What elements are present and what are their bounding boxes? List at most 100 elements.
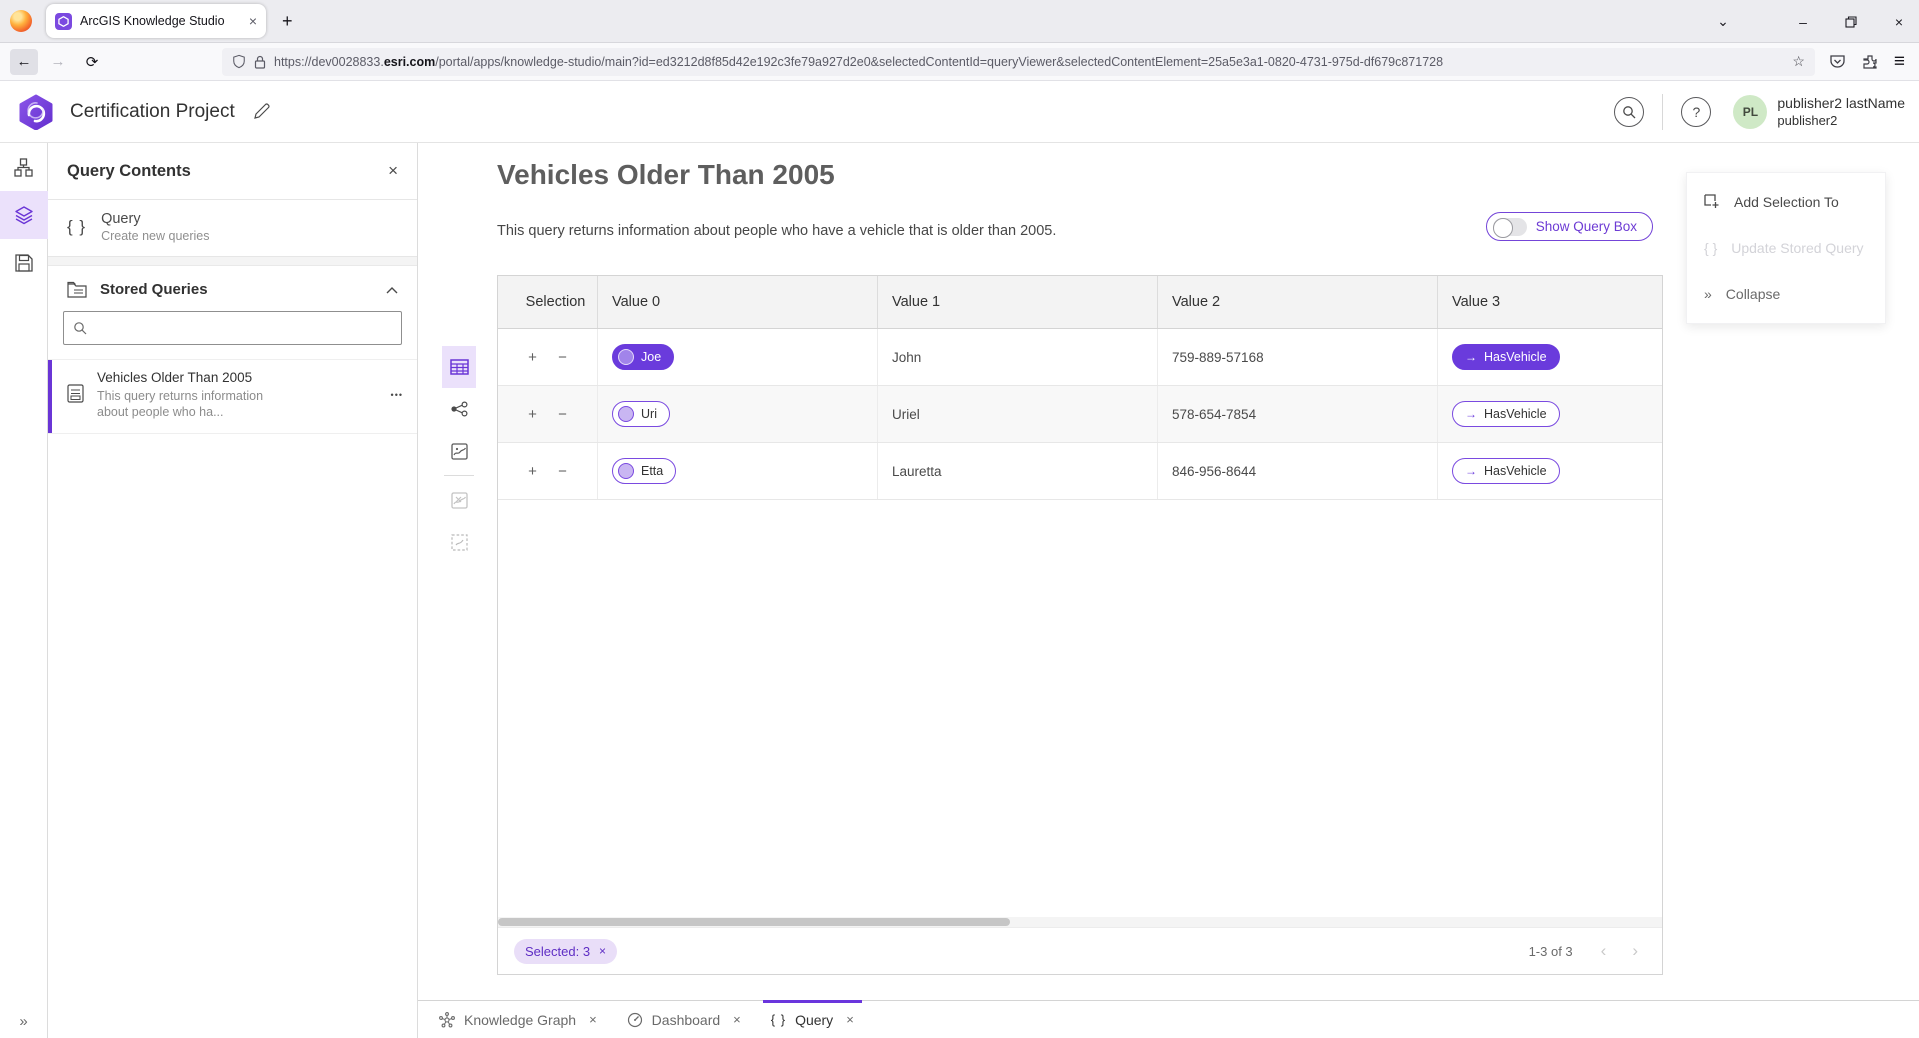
column-header-value1[interactable]: Value 1 <box>878 276 1158 328</box>
browser-tab[interactable]: ArcGIS Knowledge Studio × <box>46 4 266 38</box>
new-tab-icon[interactable]: + <box>282 11 293 32</box>
add-to-selection-icon[interactable]: + <box>525 349 541 366</box>
query-title: Vehicles Older Than 2005 <box>497 159 835 191</box>
header-divider <box>1662 94 1663 130</box>
entity-pill[interactable]: Joe <box>612 344 674 370</box>
relationship-pill[interactable]: →HasVehicle <box>1452 401 1560 427</box>
scrollbar-thumb[interactable] <box>498 918 1010 926</box>
tab-list-chevron-icon[interactable]: ⌄ <box>1703 0 1743 43</box>
add-to-selection-icon[interactable]: + <box>525 406 541 423</box>
bookmark-star-icon[interactable]: ☆ <box>1792 53 1805 70</box>
panel-close-icon[interactable]: × <box>388 161 398 181</box>
edit-title-icon[interactable] <box>253 103 270 120</box>
item-options-icon[interactable]: ••• <box>391 390 403 400</box>
toolbar-divider <box>444 475 474 476</box>
cell-value2[interactable]: 846-956-8644 <box>1158 443 1438 499</box>
url-bar[interactable]: https://dev0028833.esri.com/portal/apps/… <box>222 48 1815 76</box>
menu-hamburger-icon[interactable]: ≡ <box>1894 51 1905 73</box>
window-close-icon[interactable]: × <box>1879 0 1919 43</box>
collapse-section-chevron-icon[interactable] <box>386 286 398 294</box>
column-header-value0[interactable]: Value 0 <box>598 276 878 328</box>
selection-context-menu: Add Selection To { } Update Stored Query… <box>1686 172 1886 324</box>
browser-nav-bar: ← → ⟳ https://dev0028833.esri.com/portal… <box>0 43 1919 81</box>
table-row[interactable]: + − Joe John 759-889-57168 →HasVehicle <box>498 329 1662 386</box>
cell-value1[interactable]: Uriel <box>878 386 1158 442</box>
remove-from-selection-icon[interactable]: − <box>555 406 571 423</box>
results-table: Selection Value 0 Value 1 Value 2 Value … <box>497 275 1663 975</box>
user-name-block[interactable]: publisher2 lastName publisher2 <box>1777 95 1905 129</box>
show-query-box-label: Show Query Box <box>1536 219 1637 234</box>
tab-query[interactable]: { } Query × <box>756 1001 869 1038</box>
save-icon[interactable] <box>0 239 48 287</box>
expand-rail-icon[interactable]: » <box>19 1013 27 1030</box>
knowledge-graph-icon <box>439 1012 455 1028</box>
user-subname: publisher2 <box>1777 112 1905 129</box>
column-header-selection[interactable]: Selection <box>498 276 598 328</box>
avatar[interactable]: PL <box>1733 95 1767 129</box>
add-to-selection-icon[interactable]: + <box>525 463 541 480</box>
relationship-pill[interactable]: →HasVehicle <box>1452 458 1560 484</box>
table-view-button[interactable] <box>442 346 476 388</box>
page-range: 1-3 of 3 <box>1529 944 1573 959</box>
extensions-puzzle-icon[interactable] <box>1862 54 1878 70</box>
selected-count-chip[interactable]: Selected: 3 × <box>514 939 617 964</box>
tab-knowledge-graph[interactable]: Knowledge Graph × <box>424 1001 612 1038</box>
lock-icon[interactable] <box>254 55 266 69</box>
app-header: Certification Project ? PL publisher2 la… <box>0 81 1919 143</box>
entity-pill[interactable]: Uri <box>612 401 670 427</box>
cell-value1[interactable]: John <box>878 329 1158 385</box>
previous-page-icon[interactable]: ‹ <box>1601 941 1607 961</box>
back-button[interactable]: ← <box>10 49 38 75</box>
table-row[interactable]: + − Uri Uriel 578-654-7854 →HasVehicle <box>498 386 1662 443</box>
firefox-icon[interactable] <box>10 10 32 32</box>
new-query-item[interactable]: { } Query Create new queries <box>48 200 417 257</box>
cell-value1[interactable]: Lauretta <box>878 443 1158 499</box>
contents-layers-icon[interactable] <box>0 191 48 239</box>
reload-button[interactable]: ⟳ <box>78 49 106 75</box>
toggle-switch[interactable] <box>1493 218 1527 236</box>
horizontal-scrollbar[interactable] <box>498 917 1662 927</box>
window-restore-icon[interactable] <box>1831 0 1871 43</box>
relationship-pill[interactable]: →HasVehicle <box>1452 344 1560 370</box>
url-text[interactable]: https://dev0028833.esri.com/portal/apps/… <box>274 55 1784 69</box>
tab-dashboard[interactable]: Dashboard × <box>612 1001 756 1038</box>
new-map-button[interactable] <box>442 479 476 521</box>
dashboard-gauge-icon <box>627 1012 643 1028</box>
show-query-box-toggle[interactable]: Show Query Box <box>1486 212 1653 241</box>
arcgis-favicon-icon <box>55 13 72 30</box>
remove-from-selection-icon[interactable]: − <box>555 349 571 366</box>
pocket-icon[interactable] <box>1829 54 1846 70</box>
table-row[interactable]: + − Etta Lauretta 846-956-8644 →HasVehic… <box>498 443 1662 500</box>
stored-queries-header[interactable]: Stored Queries <box>48 266 417 309</box>
close-tab-icon[interactable]: × <box>733 1012 741 1027</box>
cell-value2[interactable]: 578-654-7854 <box>1158 386 1438 442</box>
shield-icon[interactable] <box>232 54 246 69</box>
entity-pill[interactable]: Etta <box>612 458 676 484</box>
menu-item-update-stored-query[interactable]: { } Update Stored Query <box>1687 225 1885 271</box>
next-page-icon[interactable]: › <box>1632 941 1638 961</box>
panel-title: Query Contents <box>67 162 388 181</box>
remove-from-selection-icon[interactable]: − <box>555 463 571 480</box>
close-tab-icon[interactable]: × <box>846 1012 854 1027</box>
link-chart-view-button[interactable] <box>442 388 476 430</box>
search-input[interactable] <box>95 321 392 336</box>
menu-item-add-selection-to[interactable]: Add Selection To <box>1687 179 1885 225</box>
stored-queries-search[interactable] <box>63 311 402 345</box>
data-model-tree-icon[interactable] <box>0 143 48 191</box>
forward-button[interactable]: → <box>44 49 72 75</box>
table-footer: Selected: 3 × 1-3 of 3 ‹ › <box>498 927 1662 974</box>
column-header-value2[interactable]: Value 2 <box>1158 276 1438 328</box>
close-tab-icon[interactable]: × <box>589 1012 597 1027</box>
column-header-value3[interactable]: Value 3 <box>1438 276 1662 328</box>
menu-item-collapse[interactable]: » Collapse <box>1687 271 1885 317</box>
clear-selection-icon[interactable]: × <box>599 944 606 958</box>
selection-tools-button[interactable] <box>442 521 476 563</box>
map-view-button[interactable] <box>442 430 476 472</box>
left-icon-rail: » <box>0 143 48 1038</box>
window-minimize-icon[interactable]: – <box>1783 0 1823 43</box>
stored-query-list-item[interactable]: Vehicles Older Than 2005 This query retu… <box>48 359 417 434</box>
help-button[interactable]: ? <box>1681 97 1711 127</box>
tab-close-icon[interactable]: × <box>249 13 257 29</box>
cell-value2[interactable]: 759-889-57168 <box>1158 329 1438 385</box>
search-button[interactable] <box>1614 97 1644 127</box>
